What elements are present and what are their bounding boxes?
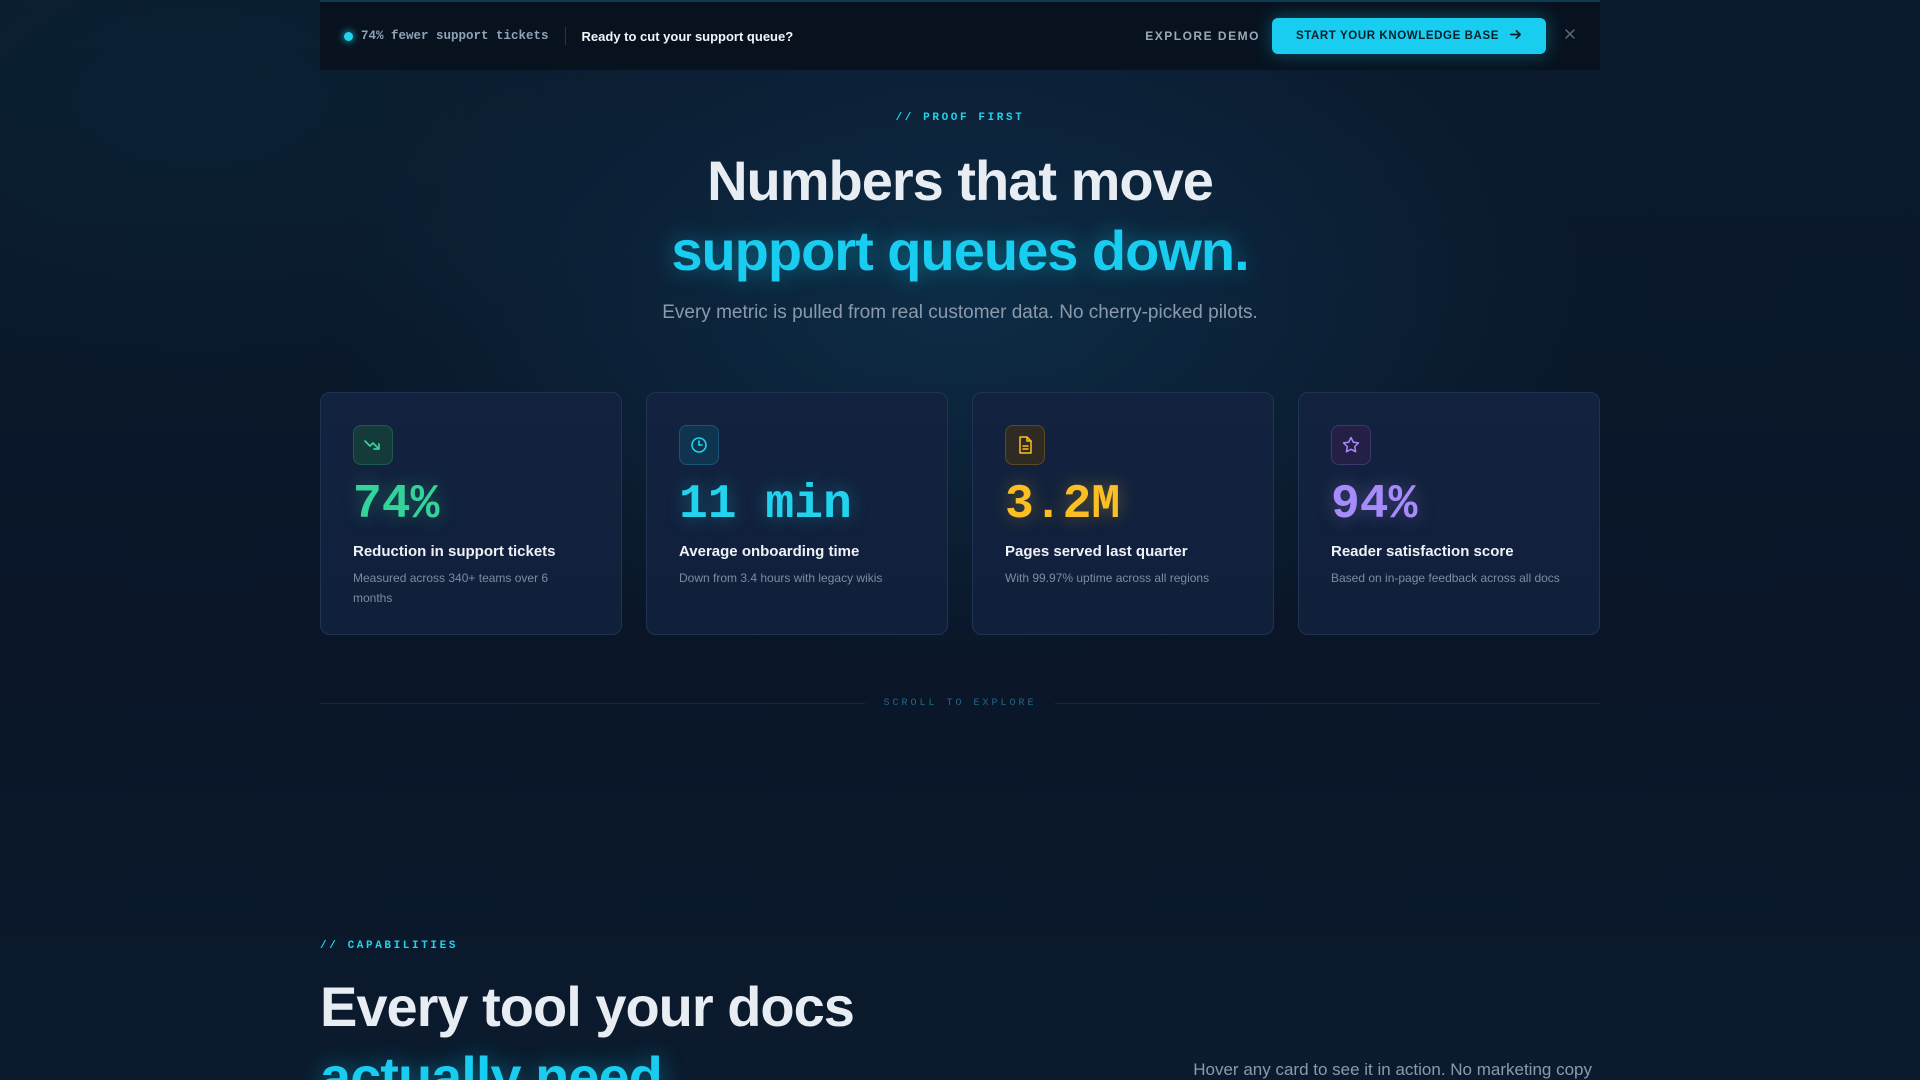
divider-line — [320, 703, 866, 704]
divider-line — [1054, 703, 1600, 704]
scroll-divider: SCROLL TO EXPLORE — [320, 698, 1600, 709]
hero-subtitle: Every metric is pulled from real custome… — [662, 302, 1258, 323]
stats-grid: 74% Reduction in support tickets Measure… — [320, 392, 1600, 635]
capabilities-eyebrow: // CAPABILITIES — [320, 940, 459, 952]
stat-value: 94% — [1331, 478, 1418, 532]
badge-text: 74% fewer support tickets — [361, 29, 549, 43]
explore-demo-link[interactable]: EXPLORE DEMO — [1145, 29, 1260, 43]
capabilities-subtitle: Hover any card to see it in action. No m… — [1193, 1060, 1592, 1079]
banner-headline: Ready to cut your support queue? — [581, 28, 794, 44]
stat-value: 11 min — [679, 478, 852, 532]
stat-label: Pages served last quarter — [1005, 543, 1188, 560]
arrow-right-icon — [1509, 28, 1522, 44]
stat-card-pages: 3.2M Pages served last quarter With 99.9… — [972, 392, 1274, 635]
stat-description: Measured across 340+ teams over 6 months — [353, 571, 549, 605]
document-icon — [1005, 425, 1045, 465]
star-icon — [1331, 425, 1371, 465]
start-knowledge-base-button[interactable]: START YOUR KNOWLEDGE BASE — [1271, 18, 1546, 54]
hero-eyebrow: // PROOF FIRST — [895, 112, 1025, 124]
status-dot — [344, 31, 353, 41]
stat-label: Reduction in support tickets — [353, 543, 556, 560]
stat-description: With 99.97% uptime across all regions — [1005, 571, 1210, 585]
stat-label: Reader satisfaction score — [1331, 543, 1514, 560]
announcement-banner: 74% fewer support tickets Ready to cut y… — [320, 0, 1600, 70]
hero-title: Numbers that move — [707, 149, 1214, 212]
scroll-hint: SCROLL TO EXPLORE — [883, 698, 1037, 709]
capabilities-title: Every tool your docs — [320, 975, 855, 1038]
stat-description: Based on in-page feedback across all doc… — [1331, 571, 1560, 585]
divider — [564, 27, 566, 45]
close-icon[interactable] — [1564, 27, 1576, 45]
hero-title-accent: support queues down. — [671, 219, 1249, 282]
stat-card-satisfaction: 94% Reader satisfaction score Based on i… — [1298, 392, 1600, 635]
stat-badge: 74% fewer support tickets — [344, 29, 549, 43]
clock-icon — [679, 425, 719, 465]
stat-card-onboarding: 11 min Average onboarding time Down from… — [646, 392, 948, 635]
stat-card-tickets: 74% Reduction in support tickets Measure… — [320, 392, 622, 635]
trending-down-icon — [353, 425, 393, 465]
stat-value: 74% — [353, 478, 440, 532]
stat-description: Down from 3.4 hours with legacy wikis — [679, 571, 883, 585]
start-knowledge-base-label: START YOUR KNOWLEDGE BASE — [1295, 30, 1499, 42]
stat-value: 3.2M — [1005, 478, 1121, 532]
stat-label: Average onboarding time — [679, 543, 860, 560]
